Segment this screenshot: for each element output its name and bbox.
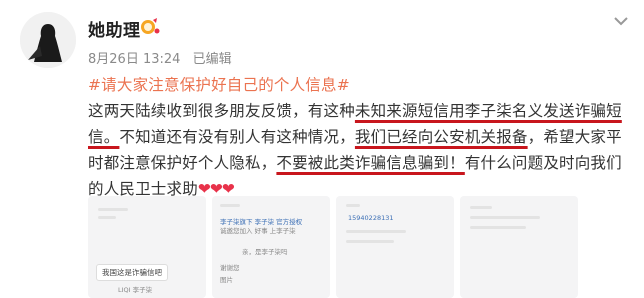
- thumbnail-4[interactable]: [460, 196, 578, 298]
- thumbnail-2[interactable]: 李子柒旗下 李子柒 官方授权 诚邀您加入 好事 上李子柒 亲，是李子柒吗 谢谢您…: [212, 196, 330, 298]
- placeholder-line: [470, 216, 540, 219]
- phone-number: 15940228131: [348, 214, 394, 222]
- thumbnail-text: 诚邀您加入 好事 上李子柒: [220, 227, 296, 235]
- placeholder-line: [346, 230, 406, 233]
- post-date[interactable]: 8月26日 13:24: [88, 52, 180, 67]
- placeholder-line: [346, 240, 394, 243]
- thumbnail-text: 亲，是李子柒吗: [242, 248, 288, 256]
- thumbnail-1[interactable]: 我国这是诈骗信吧 LIQI 李子柒: [88, 196, 206, 298]
- chevron-down-icon[interactable]: [612, 14, 630, 28]
- image-gallery: 我国这是诈骗信吧 LIQI 李子柒 李子柒旗下 李子柒 官方授权 诚邀您加入 好…: [88, 196, 588, 298]
- placeholder-line: [98, 208, 128, 211]
- placeholder-line: [220, 204, 240, 207]
- placeholder-line: [346, 204, 360, 207]
- body-text-2: 不知道还有没有别人有这种情况，: [119, 128, 355, 146]
- post-content: #请大家注意保护好自己的个人信息# 这两天陆续收到很多朋友反馈，有这种未知来源短…: [88, 72, 628, 202]
- body-text-1: 这两天陆续收到很多朋友反馈，有这种: [88, 102, 355, 120]
- vip-badge-icon: [141, 18, 160, 34]
- placeholder-line: [470, 206, 492, 209]
- topic-link[interactable]: #请大家注意保护好自己的个人信息#: [88, 76, 350, 94]
- thumbnail-3[interactable]: 15940228131: [336, 196, 454, 298]
- author-name[interactable]: 她助理: [88, 16, 141, 41]
- underlined-text-3: 不要被此类诈骗信息骗到！: [276, 154, 465, 172]
- post-meta: 8月26日 13:24 已编辑: [88, 48, 240, 67]
- message-bubble: 我国这是诈骗信吧: [96, 264, 168, 281]
- underlined-text-2: 我们已经向公安机关报备: [354, 128, 528, 146]
- avatar[interactable]: [20, 12, 76, 68]
- thumbnail-text: 谢谢您: [220, 264, 240, 272]
- thumbnail-caption: LIQI 李子柒: [118, 286, 153, 294]
- placeholder-line: [98, 216, 116, 219]
- edited-label: 已编辑: [192, 52, 232, 67]
- placeholder-line: [470, 226, 526, 229]
- thumbnail-text: 图片: [220, 276, 233, 284]
